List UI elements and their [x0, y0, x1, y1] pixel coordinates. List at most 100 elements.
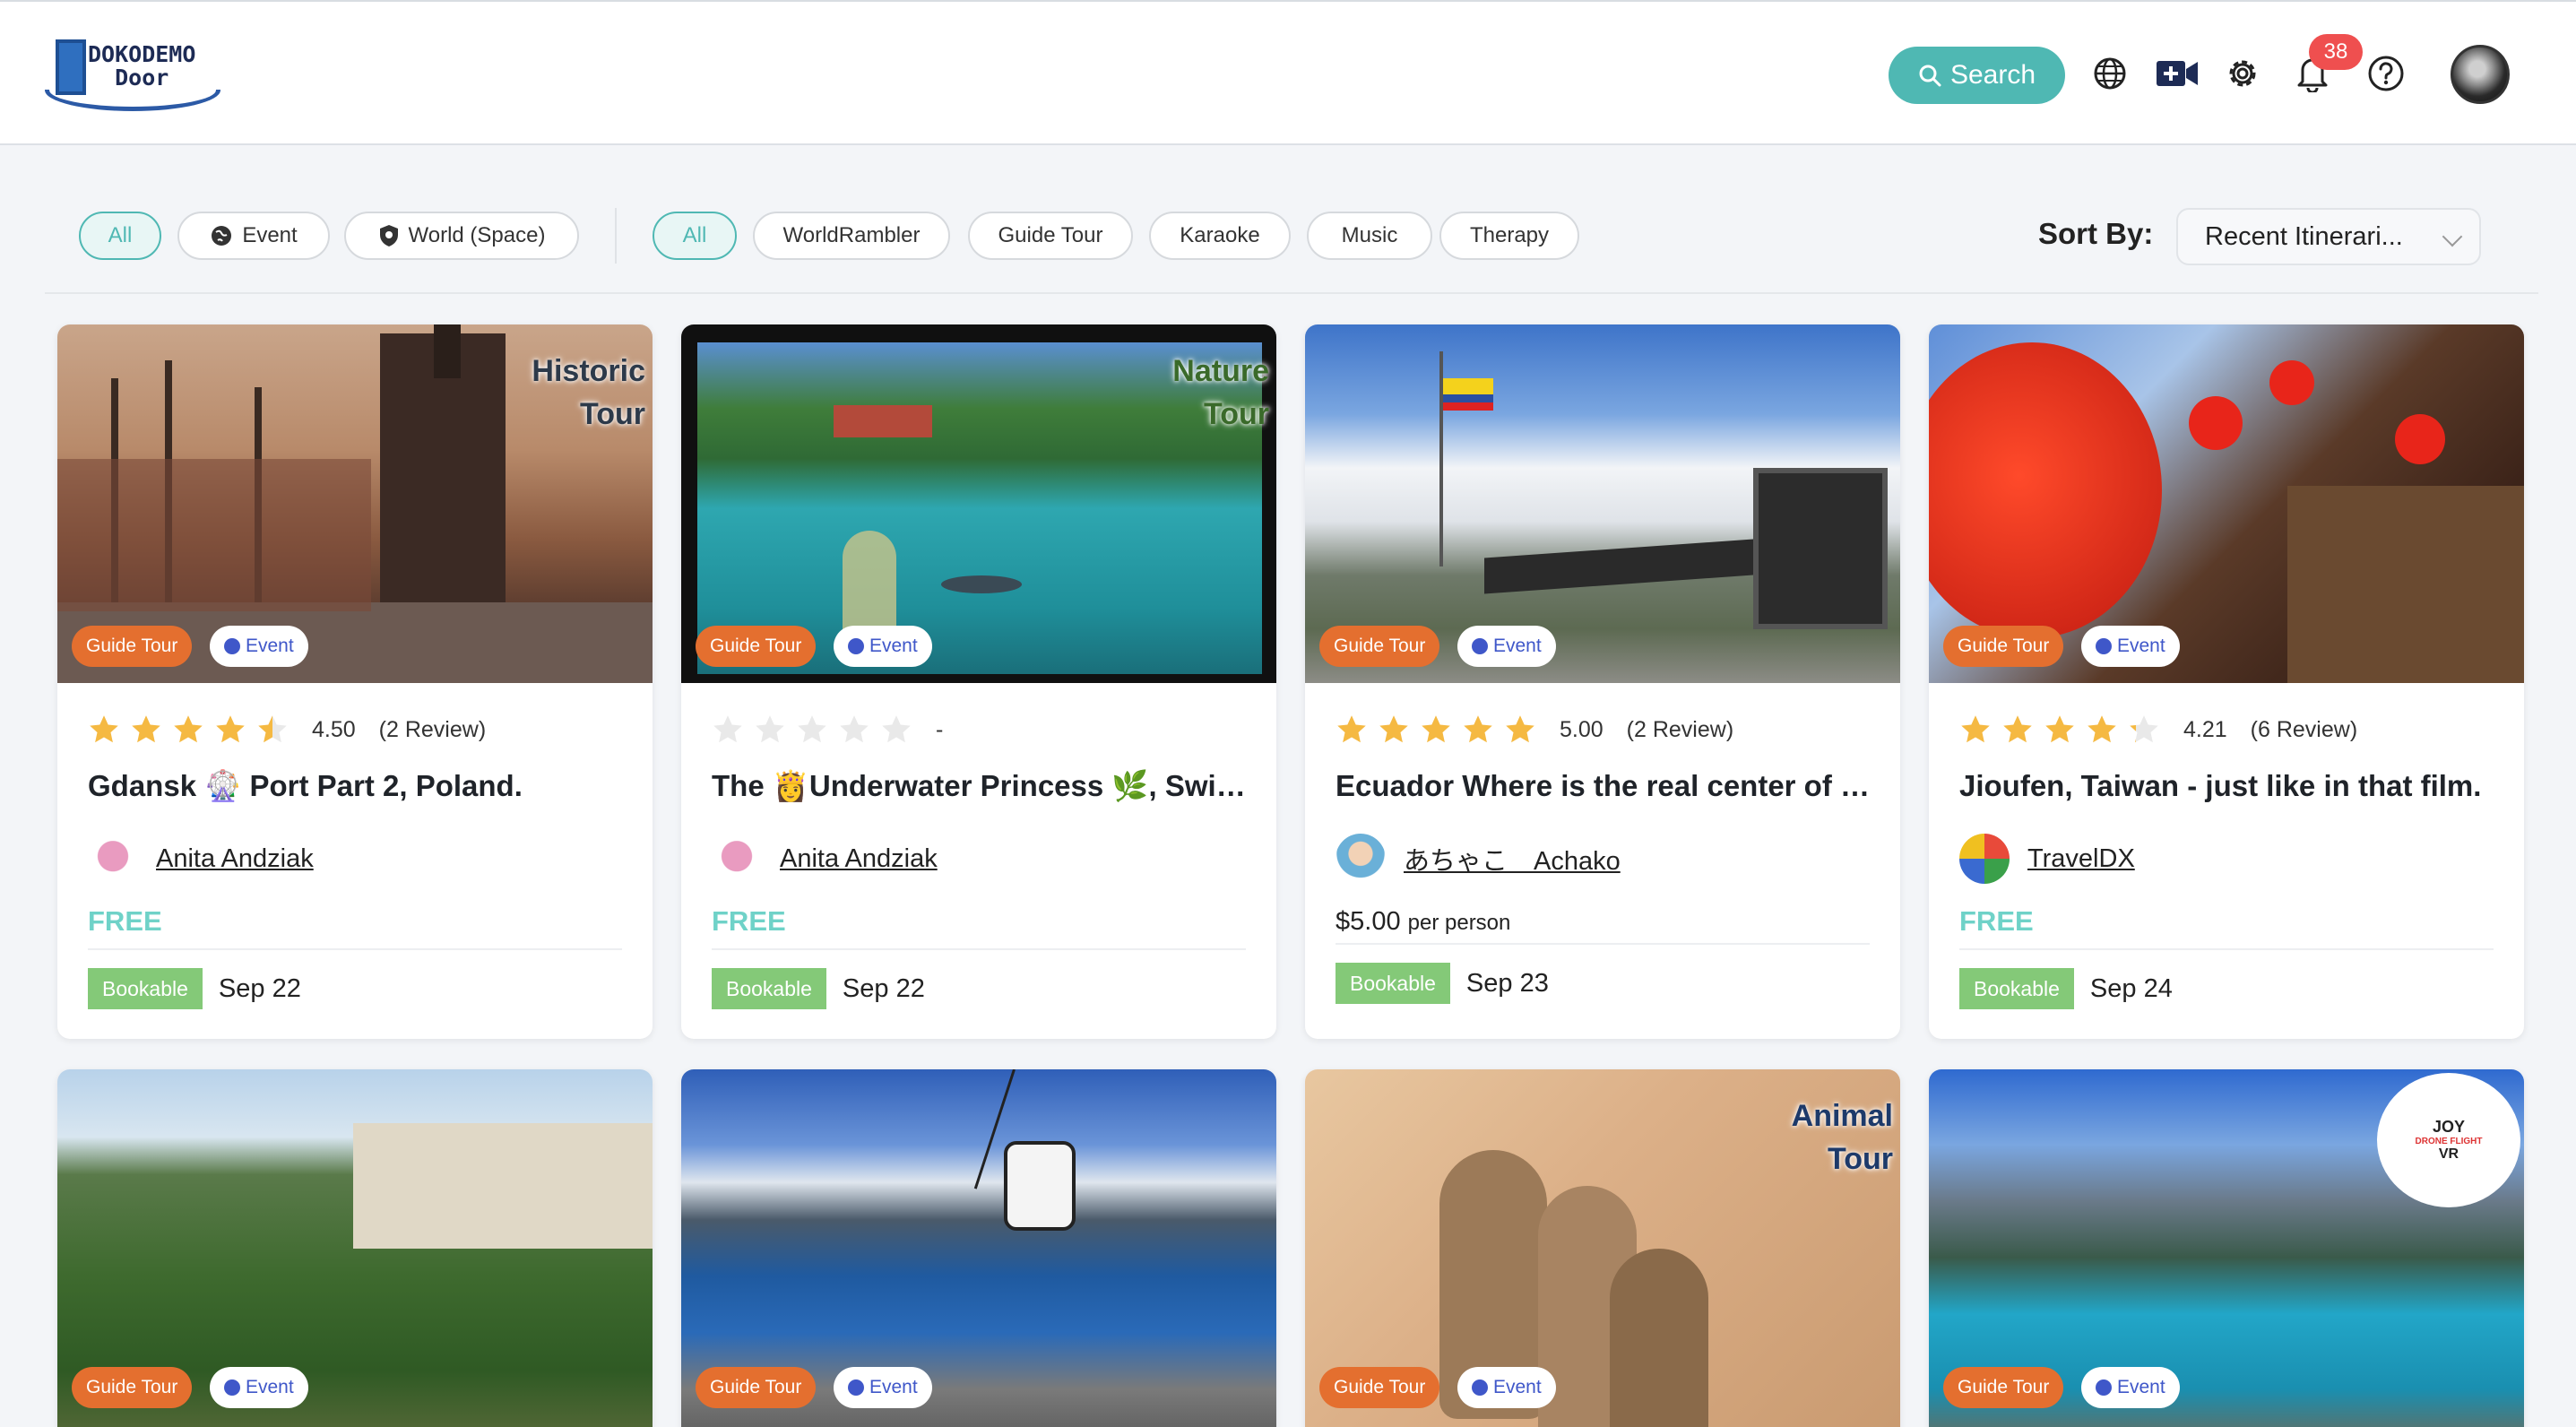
tour-card[interactable]: Guide Tour Event	[57, 1069, 653, 1427]
price-label: $5.00 per person	[1336, 907, 1510, 937]
overlay-line-2: Tour	[1827, 1142, 1893, 1176]
joy-drone-flight-vr-logo: JOY DRONE FLIGHT VR	[2377, 1073, 2520, 1207]
chevron-down-icon	[2442, 226, 2463, 247]
video-add-icon[interactable]	[2155, 54, 2200, 93]
rating-row: -	[712, 712, 943, 748]
rating-stars	[1959, 714, 2160, 746]
tour-date: Sep 22	[218, 973, 301, 1003]
filter-type-world-space[interactable]: World (Space)	[344, 212, 579, 260]
tour-title[interactable]: Jioufen, Taiwan - just like in that film…	[1959, 769, 2497, 803]
chip-label: Karaoke	[1180, 223, 1260, 247]
guide-tour-tag: Guide Tour	[1943, 1367, 2064, 1408]
card-divider	[712, 948, 1246, 950]
tour-thumbnail[interactable]: Animal Tour Guide Tour Event	[1305, 1069, 1900, 1427]
tour-thumbnail[interactable]: Guide Tour Event	[57, 1069, 653, 1427]
tour-title[interactable]: Gdansk 🎡 Port Part 2, Poland.	[88, 769, 626, 804]
filter-type-all[interactable]: All	[79, 212, 161, 260]
empty-star-icon	[838, 714, 870, 746]
event-tag: Event	[1457, 1367, 1556, 1408]
tour-thumbnail[interactable]: Guide Tour Event	[1929, 324, 2524, 683]
dokodemo-door-logo[interactable]: DOKODEMO Door	[45, 38, 224, 111]
event-tag-label: Event	[1493, 636, 1542, 656]
rating-stars	[712, 714, 912, 746]
rating-value: 4.50	[312, 716, 356, 742]
price-unit: per person	[1407, 911, 1511, 935]
tour-date: Sep 24	[2089, 973, 2173, 1003]
filter-type-event[interactable]: Event	[177, 212, 330, 260]
chip-label: Event	[242, 223, 298, 247]
filter-divider	[45, 292, 2538, 294]
help-icon[interactable]	[2366, 54, 2406, 93]
filter-category-karaoke[interactable]: Karaoke	[1149, 212, 1291, 260]
sort-select[interactable]: Recent Itinerari...	[2176, 208, 2481, 265]
event-tag-label: Event	[869, 636, 918, 656]
rating-row: 4.21 (6 Review)	[1959, 712, 2357, 748]
host-row[interactable]: TravelDX	[1959, 834, 2135, 884]
host-row[interactable]: Anita Andziak	[88, 834, 314, 884]
tour-card[interactable]: Historic Tour Guide Tour Event 4.50 (2 R…	[57, 324, 653, 1039]
bookable-badge: Bookable	[712, 968, 826, 1009]
tour-card[interactable]: Guide Tour Event 5.00 (2 Review) Ecuador…	[1305, 324, 1900, 1039]
thumbnail-overlay-text: Animal Tour	[1792, 1094, 1893, 1181]
host-avatar	[712, 834, 762, 884]
rating-value: 4.21	[2183, 716, 2227, 742]
rating-stars	[88, 714, 289, 746]
sort-by-label: Sort By:	[2038, 217, 2154, 250]
guide-tour-tag: Guide Tour	[1319, 1367, 1440, 1408]
globe-icon	[848, 1379, 864, 1396]
empty-star-icon	[796, 714, 828, 746]
filter-category-music[interactable]: Music	[1307, 212, 1432, 260]
tour-thumbnail[interactable]: JOY DRONE FLIGHT VR Guide Tour Event	[1929, 1069, 2524, 1427]
overlay-line-2: Tour	[1203, 397, 1269, 431]
tour-date: Sep 22	[842, 973, 925, 1003]
booking-row: Bookable Sep 23	[1336, 963, 1549, 1004]
tour-title[interactable]: The 👸Underwater Princess 🌿, Switz...	[712, 769, 1249, 804]
top-header: DOKODEMO Door Search 38	[0, 0, 2576, 145]
empty-star-icon	[754, 714, 786, 746]
host-name[interactable]: TravelDX	[2027, 844, 2135, 874]
tour-thumbnail[interactable]: Guide Tour Event	[681, 1069, 1276, 1427]
host-avatar	[1336, 834, 1386, 884]
host-name[interactable]: あちゃこ Achako	[1404, 840, 1621, 878]
globe-icon	[224, 638, 240, 654]
tour-card[interactable]: Guide Tour Event 4.21 (6 Review) Jioufen…	[1929, 324, 2524, 1039]
chip-label: WorldRambler	[782, 223, 921, 247]
filter-category-worldrambler[interactable]: WorldRambler	[753, 212, 950, 260]
booking-row: Bookable Sep 22	[88, 968, 301, 1009]
search-button[interactable]: Search	[1889, 47, 2065, 104]
bookable-badge: Bookable	[88, 968, 203, 1009]
tour-card[interactable]: Nature Tour Guide Tour Event - The 👸Unde…	[681, 324, 1276, 1039]
host-name[interactable]: Anita Andziak	[156, 844, 314, 874]
host-row[interactable]: Anita Andziak	[712, 834, 938, 884]
event-tag-label: Event	[2117, 636, 2165, 656]
card-divider	[1336, 943, 1870, 945]
filter-category-therapy[interactable]: Therapy	[1439, 212, 1579, 260]
tour-thumbnail[interactable]: Guide Tour Event	[1305, 324, 1900, 683]
host-name[interactable]: Anita Andziak	[780, 844, 938, 874]
tour-thumbnail[interactable]: Nature Tour Guide Tour Event	[681, 324, 1276, 683]
tour-card[interactable]: JOY DRONE FLIGHT VR Guide Tour Event	[1929, 1069, 2524, 1427]
logo-line-1: JOY	[2432, 1118, 2466, 1136]
tour-card[interactable]: Animal Tour Guide Tour Event	[1305, 1069, 1900, 1427]
filter-separator	[615, 208, 617, 264]
globe-icon[interactable]	[2090, 54, 2130, 93]
guide-tour-tag: Guide Tour	[1943, 626, 2064, 667]
host-row[interactable]: あちゃこ Achako	[1336, 834, 1621, 884]
price-label: FREE	[88, 905, 162, 937]
guide-tour-tag: Guide Tour	[72, 1367, 193, 1408]
event-tag: Event	[2081, 1367, 2180, 1408]
partial-star-icon	[2128, 714, 2160, 746]
tour-title[interactable]: Ecuador Where is the real center of t...	[1336, 769, 1873, 803]
door-icon	[56, 39, 86, 95]
user-avatar[interactable]	[2451, 45, 2510, 104]
tour-thumbnail[interactable]: Historic Tour Guide Tour Event	[57, 324, 653, 683]
star-icon	[1336, 714, 1368, 746]
filter-category-all[interactable]: All	[653, 212, 737, 260]
event-tag-label: Event	[246, 636, 294, 656]
event-tag-label: Event	[869, 1377, 918, 1397]
tour-card[interactable]: Guide Tour Event	[681, 1069, 1276, 1427]
filter-category-guide-tour[interactable]: Guide Tour	[968, 212, 1133, 260]
notification-count-badge: 38	[2309, 34, 2363, 70]
globe-icon	[1472, 1379, 1488, 1396]
gear-icon[interactable]	[2223, 54, 2262, 93]
